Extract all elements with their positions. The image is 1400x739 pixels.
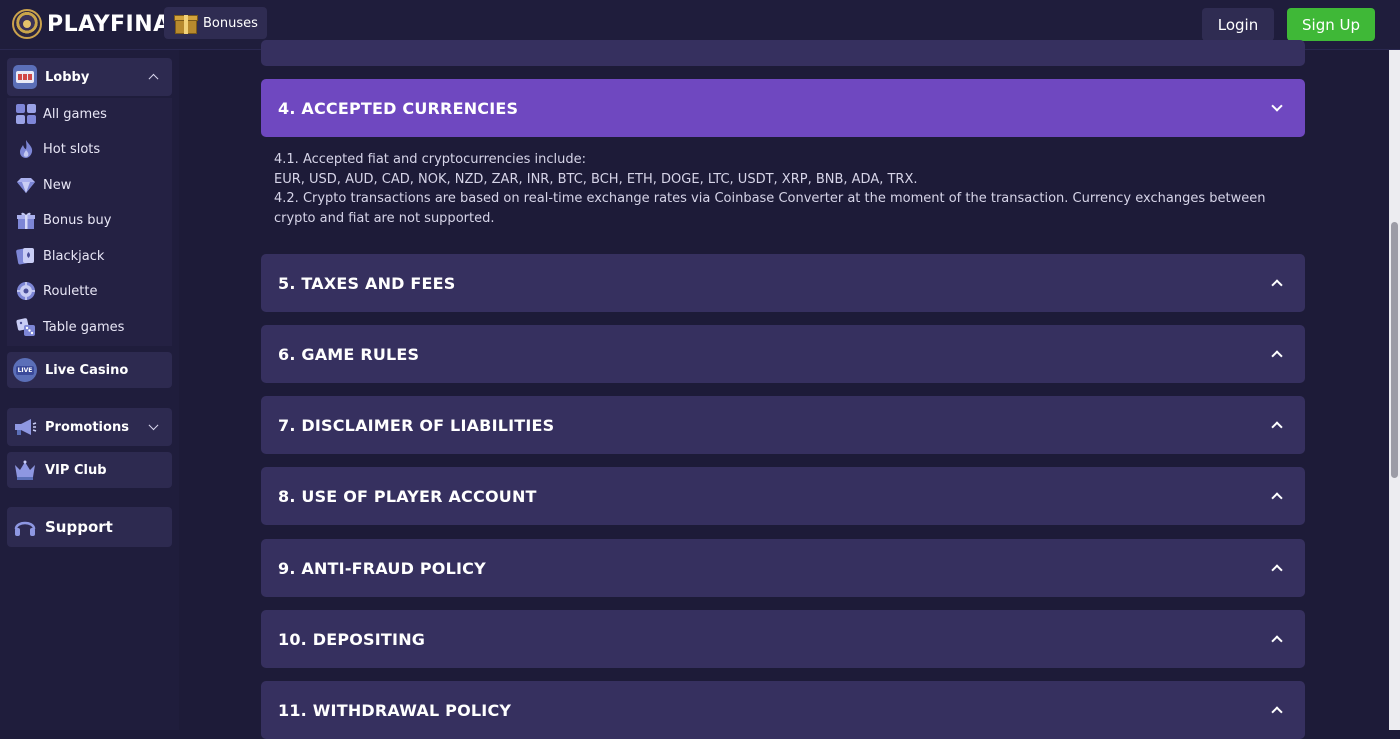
sidebar-item-bonus-buy[interactable]: Bonus buy — [16, 208, 111, 232]
sidebar-item-roulette[interactable]: Roulette — [16, 279, 97, 303]
accordion-depositing[interactable]: 10. DEPOSITING — [261, 610, 1305, 668]
signup-button[interactable]: Sign Up — [1287, 8, 1375, 41]
sidebar-item-label: New — [43, 177, 72, 193]
sidebar-item-label: All games — [43, 106, 107, 122]
chevron-up-icon[interactable] — [148, 73, 159, 84]
page-scrollbar[interactable] — [1389, 50, 1400, 730]
currencies-line-2: EUR, USD, AUD, CAD, NOK, NZD, ZAR, INR, … — [274, 171, 918, 187]
vip-club-label: VIP Club — [45, 462, 107, 478]
flame-icon — [16, 139, 36, 159]
logo-icon — [12, 9, 42, 39]
support-label: Support — [45, 518, 113, 536]
treasure-chest-icon — [174, 12, 198, 34]
cards-icon — [16, 246, 36, 266]
chevron-up-icon[interactable] — [1271, 564, 1283, 576]
accordion-game-rules[interactable]: 6. GAME RULES — [261, 325, 1305, 383]
sidebar-item-hot-slots[interactable]: Hot slots — [16, 137, 100, 161]
section-title: 7. DISCLAIMER OF LIABILITIES — [278, 415, 555, 435]
section-title: 9. ANTI-FRAUD POLICY — [278, 558, 486, 578]
chevron-up-icon[interactable] — [1271, 421, 1283, 433]
sidebar-item-live-casino[interactable]: LIVE Live Casino — [7, 352, 172, 388]
live-casino-icon: LIVE — [13, 358, 37, 382]
accordion-accepted-currencies[interactable]: 4. ACCEPTED CURRENCIES — [261, 79, 1305, 137]
section-title: 6. GAME RULES — [278, 344, 420, 364]
megaphone-icon — [13, 415, 37, 439]
bonuses-button[interactable]: Bonuses — [164, 7, 267, 39]
sidebar-item-label: Blackjack — [43, 248, 105, 264]
sidebar-item-lobby[interactable]: Lobby — [7, 58, 172, 96]
chevron-up-icon[interactable] — [1271, 492, 1283, 504]
grid-icon — [16, 104, 36, 124]
accordion-taxes-and-fees[interactable]: 5. TAXES AND FEES — [261, 254, 1305, 312]
previous-section-panel — [261, 40, 1305, 66]
headset-icon — [13, 515, 37, 539]
sidebar-item-vip-club[interactable]: VIP Club — [7, 452, 172, 488]
diamond-icon — [16, 175, 36, 195]
promotions-label: Promotions — [45, 419, 129, 435]
lobby-label: Lobby — [45, 69, 90, 85]
chevron-up-icon[interactable] — [1271, 706, 1283, 718]
sidebar: Lobby All games Hot slots New Bonus buy … — [0, 50, 179, 730]
chevron-up-icon[interactable] — [1271, 279, 1283, 291]
currencies-body: 4.1. Accepted fiat and cryptocurrencies … — [274, 150, 1289, 228]
sidebar-item-label: Table games — [43, 319, 125, 335]
dice-icon — [16, 317, 36, 337]
bonuses-label: Bonuses — [203, 15, 258, 31]
sidebar-item-promotions[interactable]: Promotions — [7, 408, 172, 446]
currencies-line-1: 4.1. Accepted fiat and cryptocurrencies … — [274, 152, 587, 167]
crown-icon — [13, 458, 37, 482]
sidebar-item-blackjack[interactable]: Blackjack — [16, 244, 104, 268]
terms-content: 4. ACCEPTED CURRENCIES 4.1. Accepted fia… — [179, 40, 1389, 739]
sidebar-item-label: Bonus buy — [43, 212, 112, 228]
roulette-icon — [16, 281, 36, 301]
gift-icon — [16, 210, 36, 230]
section-title: 4. ACCEPTED CURRENCIES — [278, 98, 519, 118]
section-title: 10. DEPOSITING — [278, 629, 426, 649]
section-title: 5. TAXES AND FEES — [278, 273, 456, 293]
lobby-submenu: All games Hot slots New Bonus buy Blackj… — [7, 98, 172, 346]
chevron-up-icon[interactable] — [1271, 635, 1283, 647]
accordion-anti-fraud-policy[interactable]: 9. ANTI-FRAUD POLICY — [261, 539, 1305, 597]
playfina-logo[interactable]: PLAYFINA — [12, 8, 171, 40]
sidebar-item-table-games[interactable]: Table games — [16, 315, 124, 339]
chevron-down-icon[interactable] — [1271, 100, 1283, 112]
sidebar-item-all-games[interactable]: All games — [16, 102, 107, 126]
sidebar-item-label: Hot slots — [43, 141, 101, 157]
accordion-disclaimer-of-liabilities[interactable]: 7. DISCLAIMER OF LIABILITIES — [261, 396, 1305, 454]
live-casino-label: Live Casino — [45, 362, 129, 378]
sidebar-item-label: Roulette — [43, 283, 98, 299]
login-button[interactable]: Login — [1202, 8, 1274, 41]
sidebar-item-new[interactable]: New — [16, 173, 71, 197]
section-title: 8. USE OF PLAYER ACCOUNT — [278, 486, 537, 506]
section-title: 11. WITHDRAWAL POLICY — [278, 700, 512, 720]
slot-machine-icon — [13, 65, 37, 89]
brand-name: PLAYFINA — [47, 11, 171, 37]
currencies-line-3: 4.2. Crypto transactions are based on re… — [274, 191, 1266, 226]
sidebar-item-support[interactable]: Support — [7, 507, 172, 547]
chevron-down-icon[interactable] — [148, 420, 159, 431]
accordion-withdrawal-policy[interactable]: 11. WITHDRAWAL POLICY — [261, 681, 1305, 739]
live-badge: LIVE — [15, 365, 35, 375]
scrollbar-thumb[interactable] — [1391, 222, 1398, 478]
accordion-use-of-player-account[interactable]: 8. USE OF PLAYER ACCOUNT — [261, 467, 1305, 525]
chevron-up-icon[interactable] — [1271, 350, 1283, 362]
